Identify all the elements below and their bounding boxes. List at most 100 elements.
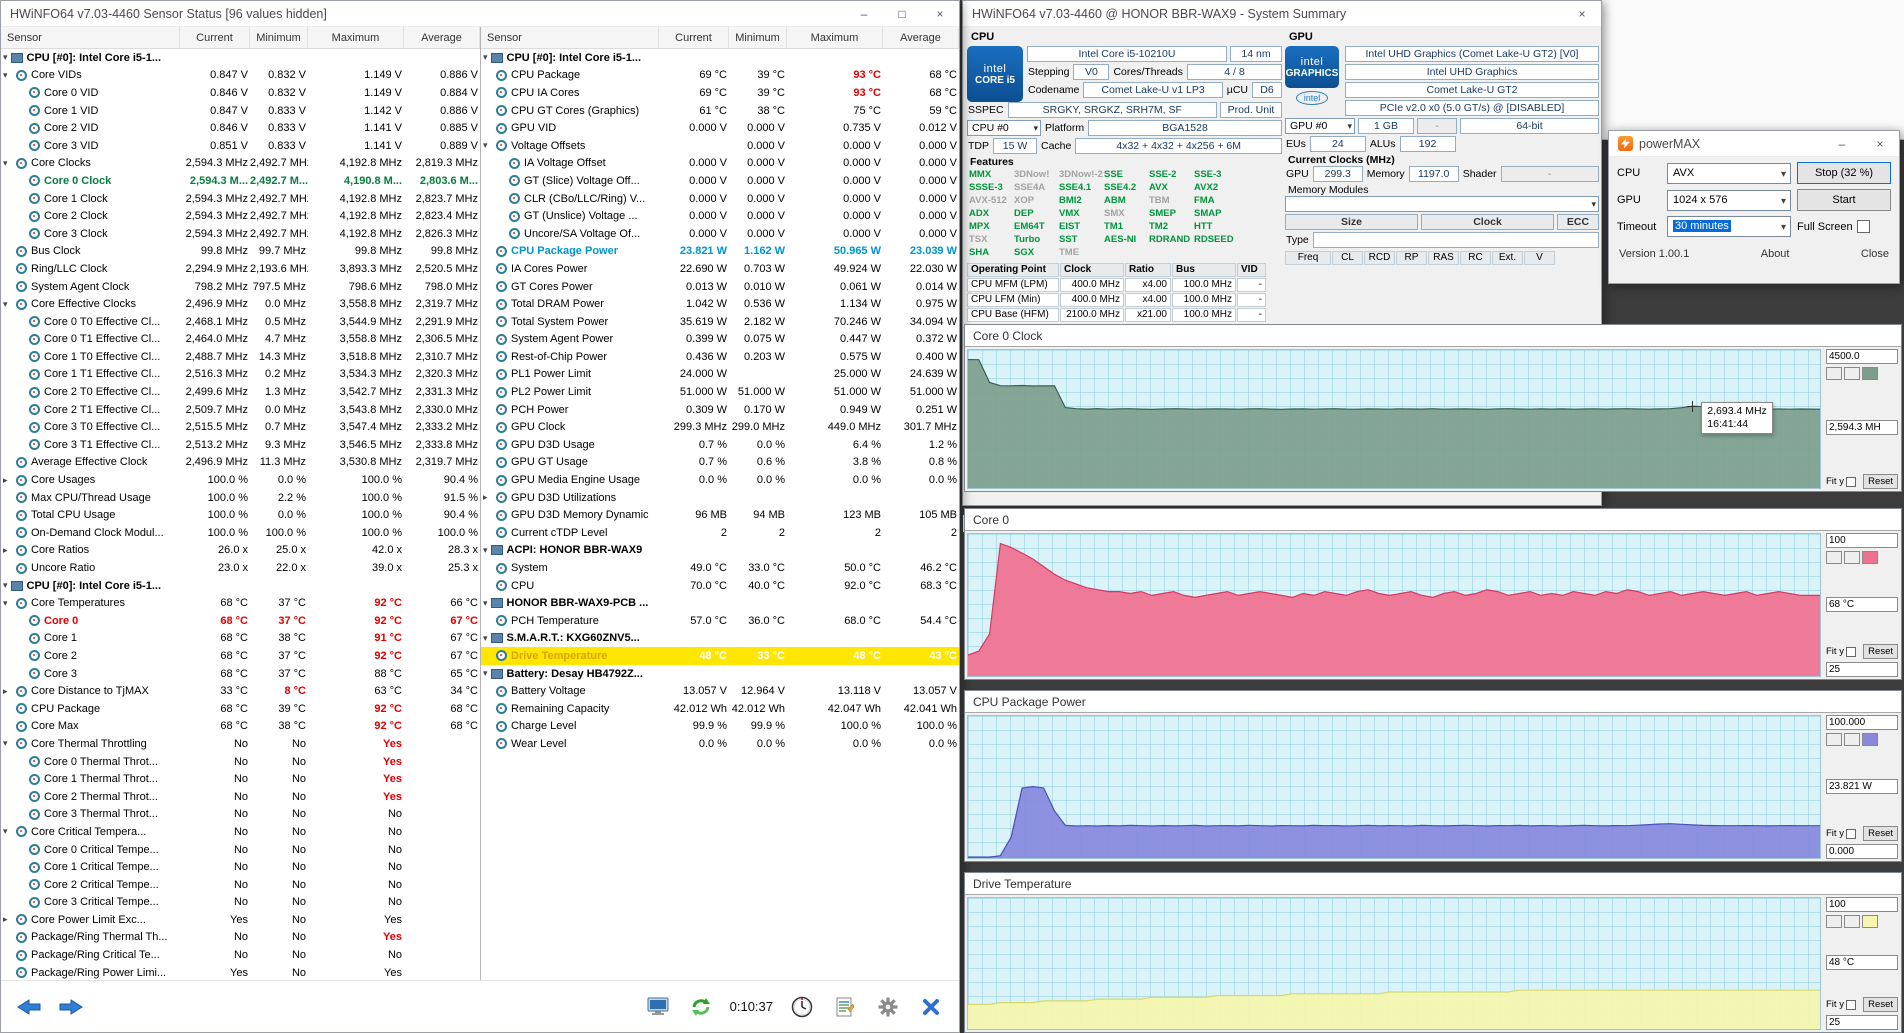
column-header-sensor[interactable]: Sensor bbox=[481, 27, 659, 48]
gpu-select-dropdown[interactable]: GPU #0 bbox=[1285, 118, 1355, 134]
sensor-row[interactable]: Core 2 Critical Tempe...NoNoNo bbox=[1, 876, 480, 894]
sensor-row[interactable]: Core 2 T1 Effective Cl...2,509.7 MHz0.0 … bbox=[1, 401, 480, 419]
sensor-row[interactable]: Core 1 T0 Effective Cl...2,488.7 MHz14.3… bbox=[1, 348, 480, 366]
sensor-section-header[interactable]: ▾Battery: Desay HB4792Z... bbox=[481, 665, 959, 683]
graph-plot-area[interactable] bbox=[967, 715, 1821, 859]
sensor-row[interactable]: CPU Package Power23.821 W1.162 W50.965 W… bbox=[481, 243, 959, 261]
sensor-row[interactable]: Core Max68 °C38 °C92 °C68 °C bbox=[1, 718, 480, 736]
minimize-button[interactable]: – bbox=[1823, 131, 1861, 156]
graph-config-button[interactable] bbox=[1826, 915, 1842, 928]
tree-expand-icon[interactable]: ▸ bbox=[1, 686, 8, 697]
gpu-start-button[interactable]: Start bbox=[1797, 189, 1891, 211]
graph-config-button[interactable] bbox=[1826, 733, 1842, 746]
sensor-row[interactable]: ▾Core Temperatures68 °C37 °C92 °C66 °C bbox=[1, 594, 480, 612]
sensor-section-header[interactable]: ▾HONOR BBR-WAX9-PCB ... bbox=[481, 594, 959, 612]
tree-expand-icon[interactable]: ▾ bbox=[481, 52, 488, 63]
sensor-row[interactable]: Package/Ring Thermal Th...NoNoYes bbox=[1, 929, 480, 947]
tree-expand-icon[interactable]: ▸ bbox=[1, 914, 8, 925]
sensor-row[interactable]: System Agent Clock798.2 MHz797.5 MHz798.… bbox=[1, 278, 480, 296]
sensor-row[interactable]: Bus Clock99.8 MHz99.7 MHz99.8 MHz99.8 MH… bbox=[1, 243, 480, 261]
graph-color-button[interactable] bbox=[1862, 733, 1878, 746]
close-sensors-button[interactable] bbox=[913, 992, 949, 1022]
fit-y-checkbox[interactable] bbox=[1846, 647, 1856, 657]
powermax-titlebar[interactable]: powerMAX – × bbox=[1609, 131, 1899, 157]
sensor-row[interactable]: Wear Level0.0 %0.0 %0.0 %0.0 % bbox=[481, 735, 959, 753]
sensor-row[interactable]: GPU GT Usage0.7 %0.6 %3.8 %0.8 % bbox=[481, 454, 959, 472]
fit-y-checkbox[interactable] bbox=[1846, 1000, 1856, 1010]
sensor-row[interactable]: Core 0 VID0.846 V0.832 V1.149 V0.884 V bbox=[1, 84, 480, 102]
timeout-dropdown[interactable]: 30 minutes bbox=[1667, 216, 1791, 237]
move-value-left-button[interactable] bbox=[11, 992, 47, 1022]
sensor-row[interactable]: Core 068 °C37 °C92 °C67 °C bbox=[1, 612, 480, 630]
graph-grid-button[interactable] bbox=[1844, 915, 1860, 928]
sensor-row[interactable]: GPU VID0.000 V0.000 V0.735 V0.012 V bbox=[481, 119, 959, 137]
sensor-row[interactable]: Core 2 VID0.846 V0.833 V1.141 V0.885 V bbox=[1, 119, 480, 137]
graph-config-button[interactable] bbox=[1826, 551, 1842, 564]
column-header-sensor[interactable]: Sensor bbox=[1, 27, 180, 48]
sensor-row[interactable]: IA Cores Power22.690 W0.703 W49.924 W22.… bbox=[481, 260, 959, 278]
sensor-row[interactable]: PCH Power0.309 W0.170 W0.949 W0.251 W bbox=[481, 401, 959, 419]
fit-y-checkbox[interactable] bbox=[1846, 829, 1856, 839]
graph-plot-area[interactable] bbox=[967, 897, 1821, 1030]
gpu-resolution-dropdown[interactable]: 1024 x 576 bbox=[1667, 190, 1791, 211]
sensor-row[interactable]: PL1 Power Limit24.000 W25.000 W24.639 W bbox=[481, 366, 959, 384]
settings-button[interactable] bbox=[870, 992, 906, 1022]
close-button[interactable]: × bbox=[1861, 131, 1899, 156]
tree-expand-icon[interactable]: ▸ bbox=[1, 545, 8, 556]
tree-expand-icon[interactable]: ▾ bbox=[481, 668, 488, 679]
report-button[interactable] bbox=[827, 992, 863, 1022]
column-header-minimum[interactable]: Minimum bbox=[729, 27, 787, 48]
sensor-row[interactable]: Core 3 T0 Effective Cl...2,515.5 MHz0.7 … bbox=[1, 418, 480, 436]
sensor-row[interactable]: Package/Ring Critical Te...NoNoNo bbox=[1, 946, 480, 964]
reset-button[interactable]: Reset bbox=[1863, 997, 1898, 1012]
sensor-row[interactable]: GPU Media Engine Usage0.0 %0.0 %0.0 %0.0… bbox=[481, 471, 959, 489]
tree-expand-icon[interactable]: ▾ bbox=[481, 140, 488, 151]
reset-button[interactable]: Reset bbox=[1863, 474, 1898, 489]
sensor-row[interactable]: Core 1 VID0.847 V0.833 V1.142 V0.886 V bbox=[1, 102, 480, 120]
sensor-section-header[interactable]: ▾CPU [#0]: Intel Core i5-1... bbox=[481, 49, 959, 67]
sensor-section-header[interactable]: ▾S.M.A.R.T.: KXG60ZNV5... bbox=[481, 630, 959, 648]
sensor-row[interactable]: Core 268 °C37 °C92 °C67 °C bbox=[1, 647, 480, 665]
column-header-maximum[interactable]: Maximum bbox=[787, 27, 883, 48]
graph-config-button[interactable] bbox=[1826, 367, 1842, 380]
tree-expand-icon[interactable]: ▾ bbox=[1, 598, 8, 609]
sensor-row[interactable]: Core 3 Clock2,594.3 MHz2,492.7 MHz4,192.… bbox=[1, 225, 480, 243]
sensor-row[interactable]: GPU Clock299.3 MHz299.0 MHz449.0 MHz301.… bbox=[481, 418, 959, 436]
sensor-row[interactable]: System49.0 °C33.0 °C50.0 °C46.2 °C bbox=[481, 559, 959, 577]
sensor-row[interactable]: ▾Core VIDs0.847 V0.832 V1.149 V0.886 V bbox=[1, 67, 480, 85]
system-summary-button[interactable] bbox=[640, 992, 676, 1022]
sensor-row[interactable]: ▸Core Distance to TjMAX33 °C8 °C63 °C34 … bbox=[1, 682, 480, 700]
cpu-select-dropdown[interactable]: CPU #0 bbox=[967, 120, 1041, 136]
tree-expand-icon[interactable]: ▾ bbox=[481, 545, 488, 556]
tree-expand-icon[interactable]: ▾ bbox=[481, 633, 488, 644]
tree-expand-icon[interactable]: ▾ bbox=[1, 826, 8, 837]
sensor-row[interactable]: Core 3 Critical Tempe...NoNoNo bbox=[1, 894, 480, 912]
graph-grid-button[interactable] bbox=[1844, 367, 1860, 380]
sensor-row[interactable]: Core 3 VID0.851 V0.833 V1.141 V0.889 V bbox=[1, 137, 480, 155]
sensor-section-header[interactable]: ▾ACPI: HONOR BBR-WAX9 bbox=[481, 542, 959, 560]
sensor-row[interactable]: GT (Unslice) Voltage ...0.000 V0.000 V0.… bbox=[481, 207, 959, 225]
sensor-row[interactable]: ▸Core Ratios26.0 x25.0 x42.0 x28.3 x bbox=[1, 542, 480, 560]
sensor-row[interactable]: Total System Power35.619 W2.182 W70.246 … bbox=[481, 313, 959, 331]
sensor-row[interactable]: CLR (CBo/LLC/Ring) V...0.000 V0.000 V0.0… bbox=[481, 190, 959, 208]
move-value-right-button[interactable] bbox=[53, 992, 89, 1022]
column-header-current[interactable]: Current bbox=[180, 27, 250, 48]
sensor-row[interactable]: ▾Core Critical Tempera...NoNoNo bbox=[1, 823, 480, 841]
graph-title[interactable]: Drive Temperature bbox=[965, 873, 1901, 895]
sensor-row[interactable]: ▾Core Thermal ThrottlingNoNoYes bbox=[1, 735, 480, 753]
sensor-row[interactable]: Core 1 Critical Tempe...NoNoNo bbox=[1, 858, 480, 876]
sensor-row[interactable]: IA Voltage Offset0.000 V0.000 V0.000 V0.… bbox=[481, 155, 959, 173]
sensor-row[interactable]: Package/Ring Power Limi...YesNoYes bbox=[1, 964, 480, 980]
close-button[interactable]: × bbox=[921, 1, 959, 26]
sensor-section-header[interactable]: ▾CPU [#0]: Intel Core i5-1... bbox=[1, 49, 480, 67]
close-button[interactable]: × bbox=[1563, 1, 1601, 26]
column-header-average[interactable]: Average bbox=[883, 27, 959, 48]
sensor-row[interactable]: PCH Temperature57.0 °C36.0 °C68.0 °C54.4… bbox=[481, 612, 959, 630]
sensor-row[interactable]: ▸Core Usages100.0 %0.0 %100.0 %90.4 % bbox=[1, 471, 480, 489]
tree-expand-icon[interactable]: ▾ bbox=[1, 299, 8, 310]
column-header-current[interactable]: Current bbox=[659, 27, 729, 48]
cpu-test-dropdown[interactable]: AVX bbox=[1667, 163, 1791, 184]
sensor-row[interactable]: Current cTDP Level2222 bbox=[481, 524, 959, 542]
tree-expand-icon[interactable]: ▸ bbox=[481, 492, 488, 503]
sensor-row[interactable]: GPU D3D Memory Dynamic96 MB94 MB123 MB10… bbox=[481, 506, 959, 524]
